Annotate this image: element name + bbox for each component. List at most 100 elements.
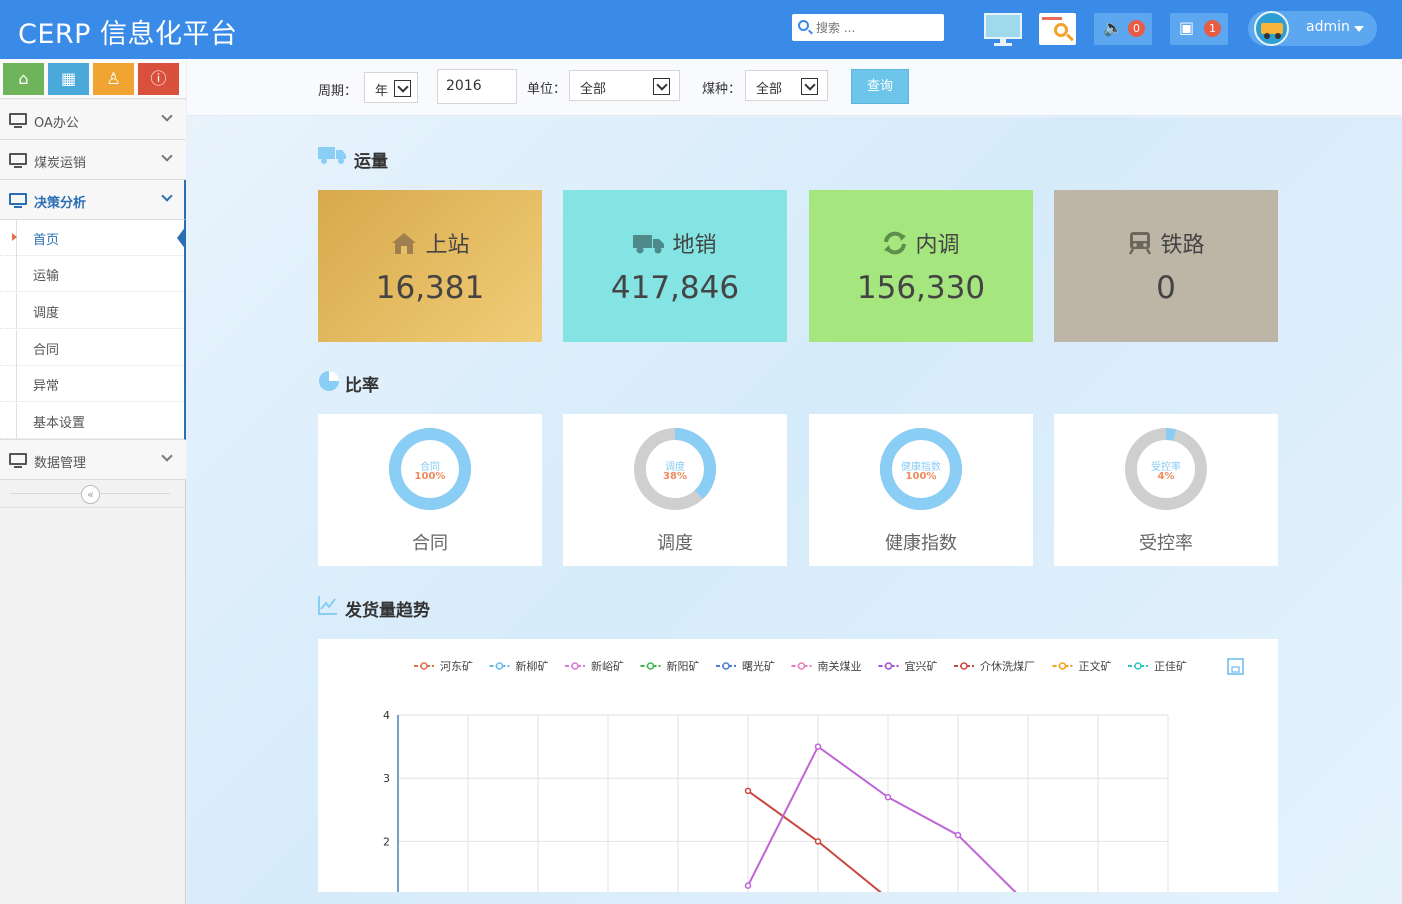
submenu-item-contract[interactable]: 合同 <box>0 330 184 366</box>
chevron-down-icon <box>801 78 818 95</box>
monitor-icon <box>9 113 27 128</box>
coal-type-value: 全部 <box>756 82 783 97</box>
user-icon[interactable]: ♙ <box>93 63 134 95</box>
stat-value: 156,330 <box>856 270 986 306</box>
pie-chart-icon <box>319 371 339 391</box>
section-title-transport: 运量 <box>354 152 388 172</box>
line-chart-icon <box>318 596 337 615</box>
chevron-down-icon <box>161 150 173 162</box>
search-box[interactable] <box>792 14 944 41</box>
data-point[interactable] <box>814 838 822 845</box>
legend-label[interactable]: 新阳矿 <box>667 659 700 673</box>
data-point[interactable] <box>954 831 962 839</box>
legend-label[interactable]: 曙光矿 <box>742 659 775 673</box>
y-tick-label: 3 <box>383 772 390 785</box>
legend-label[interactable]: 正佳矿 <box>1154 659 1187 673</box>
stat-head: 铁路 <box>1054 227 1278 259</box>
legend-label[interactable]: 正文矿 <box>1079 659 1112 673</box>
legend-label[interactable]: 介休洗煤厂 <box>980 660 1035 673</box>
shortcut-bar: ⌂ ▦ ♙ ⓘ <box>0 59 186 99</box>
period-value: 年 <box>375 84 389 99</box>
stat-card-internal-transfer: 内调 156,330 <box>809 190 1033 342</box>
legend-label[interactable]: 新峪矿 <box>591 659 624 673</box>
stat-label: 内调 <box>915 233 960 258</box>
chevron-down-icon <box>161 110 173 122</box>
sidebar-item-oa[interactable]: OA办公 <box>0 100 186 140</box>
submenu-item-transport[interactable]: 运输 <box>0 256 184 292</box>
trend-line-chart: 河东矿 新柳矿 新峪矿 新阳矿 曙光矿 南关煤业 宜兴矿 介休洗煤厂 正文矿 正佳矿 2 3 4 <box>383 658 1244 892</box>
stat-card-railway: 铁路 0 <box>1054 190 1278 342</box>
sidebar-item-label: 决策分析 <box>34 196 87 211</box>
sidebar-item-decision[interactable]: 决策分析 <box>0 180 186 220</box>
legend-marker <box>960 662 968 670</box>
caret-right-icon <box>12 233 17 241</box>
message-button[interactable]: ▣ 1 <box>1170 13 1228 45</box>
stat-card-local-sales: 地销 417,846 <box>563 190 787 342</box>
legend-label[interactable]: 宜兴矿 <box>905 659 938 673</box>
sidebar-item-label: 煤炭运销 <box>34 156 87 171</box>
search-input[interactable] <box>816 18 936 37</box>
collapse-double-left-icon[interactable]: « <box>81 485 100 504</box>
y-tick-label: 2 <box>383 835 390 848</box>
user-name: admin <box>1306 19 1350 35</box>
data-point[interactable] <box>744 882 752 889</box>
sidebar: ⌂ ▦ ♙ ⓘ OA办公 煤炭运销 决策分析 首页 运输 调度 合同 异常 基本… <box>0 59 186 904</box>
calendar-search-icon[interactable] <box>1039 13 1076 45</box>
monitor-icon[interactable] <box>984 13 1022 46</box>
ratio-card-health-index: 健康指数 100% 健康指数 <box>809 414 1033 566</box>
year-field[interactable] <box>437 69 517 104</box>
chevron-down-icon <box>394 80 411 97</box>
truck-icon <box>633 235 665 254</box>
period-label: 周期： <box>318 84 358 99</box>
period-select[interactable]: 年 <box>364 72 418 103</box>
chevron-down-icon <box>653 78 670 95</box>
query-button[interactable]: 查询 <box>851 69 909 104</box>
legend-label[interactable]: 新柳矿 <box>516 659 549 673</box>
info-icon[interactable]: ⓘ <box>138 63 179 95</box>
legend-marker <box>797 662 806 670</box>
submenu-item-exception[interactable]: 异常 <box>0 366 184 402</box>
sidebar-item-coal-sales[interactable]: 煤炭运销 <box>0 140 186 180</box>
submenu-item-dispatch[interactable]: 调度 <box>0 293 184 329</box>
legend-label[interactable]: 河东矿 <box>440 660 473 673</box>
submenu-item-settings[interactable]: 基本设置 <box>0 403 184 439</box>
sidebar-item-data-management[interactable]: 数据管理 <box>0 440 186 480</box>
section-title-ratio: 比率 <box>345 376 379 396</box>
donut-percent: 38% <box>663 471 687 482</box>
data-point[interactable] <box>884 793 892 801</box>
unit-label: 单位： <box>527 82 567 97</box>
donut-percent: 4% <box>1157 471 1175 482</box>
ratio-name: 合同 <box>412 533 448 554</box>
submenu-label: 异常 <box>33 379 60 394</box>
top-header: CERP 信息化平台 🔈 0 ▣ 1 admin <box>0 0 1402 59</box>
stat-value: 417,846 <box>610 270 740 306</box>
house-icon <box>392 233 417 254</box>
legend-marker <box>722 662 730 670</box>
unit-select[interactable]: 全部 <box>569 70 680 101</box>
sidebar-item-label: OA办公 <box>34 116 79 131</box>
data-point[interactable] <box>744 787 752 795</box>
donut-percent: 100% <box>905 471 937 482</box>
unit-value: 全部 <box>580 82 607 97</box>
year-input[interactable] <box>446 78 506 94</box>
caret-down-icon <box>1354 26 1364 32</box>
train-icon <box>1129 232 1152 255</box>
submenu-label: 运输 <box>33 269 60 284</box>
section-title-trend: 发货量趋势 <box>345 601 430 621</box>
stat-head: 地销 <box>563 227 787 259</box>
calendar-icon[interactable]: ▦ <box>48 63 89 95</box>
legend-label[interactable]: 南关煤业 <box>818 659 862 673</box>
coal-type-select[interactable]: 全部 <box>745 70 828 101</box>
trend-chart-panel: 河东矿 新柳矿 新峪矿 新阳矿 曙光矿 南关煤业 宜兴矿 介休洗煤厂 正文矿 正佳矿 2 3 4 <box>318 639 1278 892</box>
truck-icon <box>318 147 346 164</box>
sidebar-collapse: « <box>0 480 186 508</box>
stat-value: 0 <box>1156 270 1176 306</box>
volume-button[interactable]: 🔈 0 <box>1094 13 1152 45</box>
data-point[interactable] <box>814 743 822 750</box>
submenu-item-home[interactable]: 首页 <box>0 220 186 256</box>
message-badge: 1 <box>1204 20 1221 37</box>
ratio-card-contract: 合同 100% 合同 <box>318 414 542 566</box>
home-icon[interactable]: ⌂ <box>3 63 44 95</box>
user-menu[interactable]: admin <box>1248 11 1377 46</box>
refresh-icon <box>884 231 907 255</box>
